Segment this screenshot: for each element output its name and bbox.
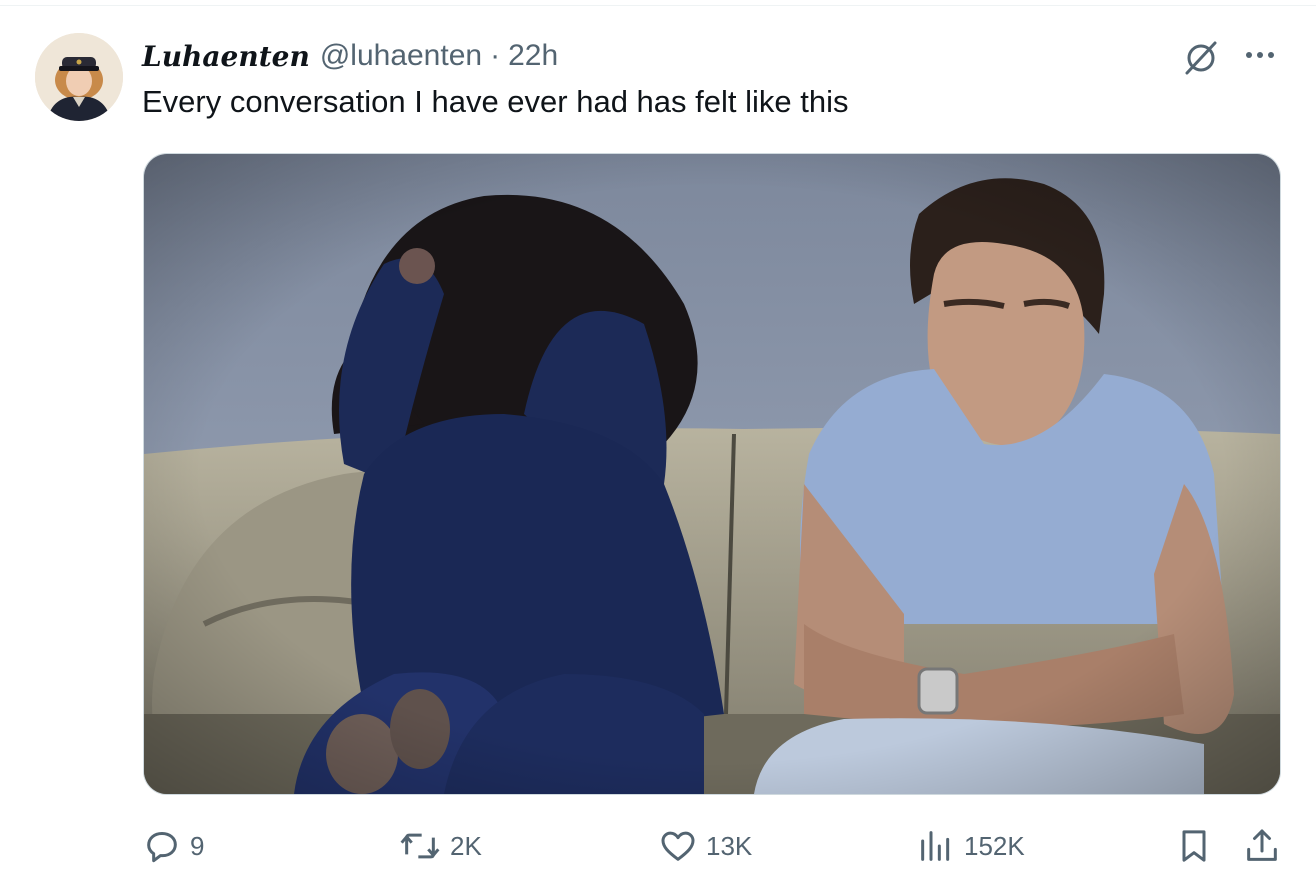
retweet-count: 2K xyxy=(450,830,482,861)
analytics-icon xyxy=(921,831,950,861)
top-divider xyxy=(0,5,1316,6)
reply-count: 9 xyxy=(190,830,205,861)
action-bar: 9 2K 13K 152K xyxy=(0,820,1316,872)
share-icon xyxy=(1247,829,1277,861)
more-icon[interactable] xyxy=(1242,42,1278,68)
bookmark-icon xyxy=(1182,830,1206,862)
separator-dot: · xyxy=(490,39,501,72)
heart-icon xyxy=(661,831,695,861)
tweet-text: Every conversation I have ever had has f… xyxy=(142,84,849,119)
retweet-button[interactable]: 2K xyxy=(398,820,482,872)
bookmark-button[interactable] xyxy=(1174,820,1214,872)
views-button[interactable]: 152K xyxy=(916,820,1025,872)
avatar[interactable] xyxy=(35,33,123,121)
share-button[interactable] xyxy=(1242,820,1282,872)
like-count: 13K xyxy=(706,830,753,861)
user-handle[interactable]: @luhaenten xyxy=(320,39,482,73)
views-count: 152K xyxy=(964,830,1025,861)
reply-icon xyxy=(147,832,177,863)
tweet-header: Luhaenten @luhaenten · 22h xyxy=(142,36,558,76)
photo-scene xyxy=(144,154,1280,794)
tweet-media-image[interactable] xyxy=(143,153,1281,795)
display-name[interactable]: Luhaenten xyxy=(142,40,310,73)
retweet-icon xyxy=(400,833,440,859)
timestamp[interactable]: 22h xyxy=(508,39,558,73)
like-button[interactable]: 13K xyxy=(658,820,752,872)
reply-button[interactable]: 9 xyxy=(142,820,204,872)
grok-icon[interactable] xyxy=(1181,38,1221,78)
avatar-image xyxy=(35,33,123,121)
